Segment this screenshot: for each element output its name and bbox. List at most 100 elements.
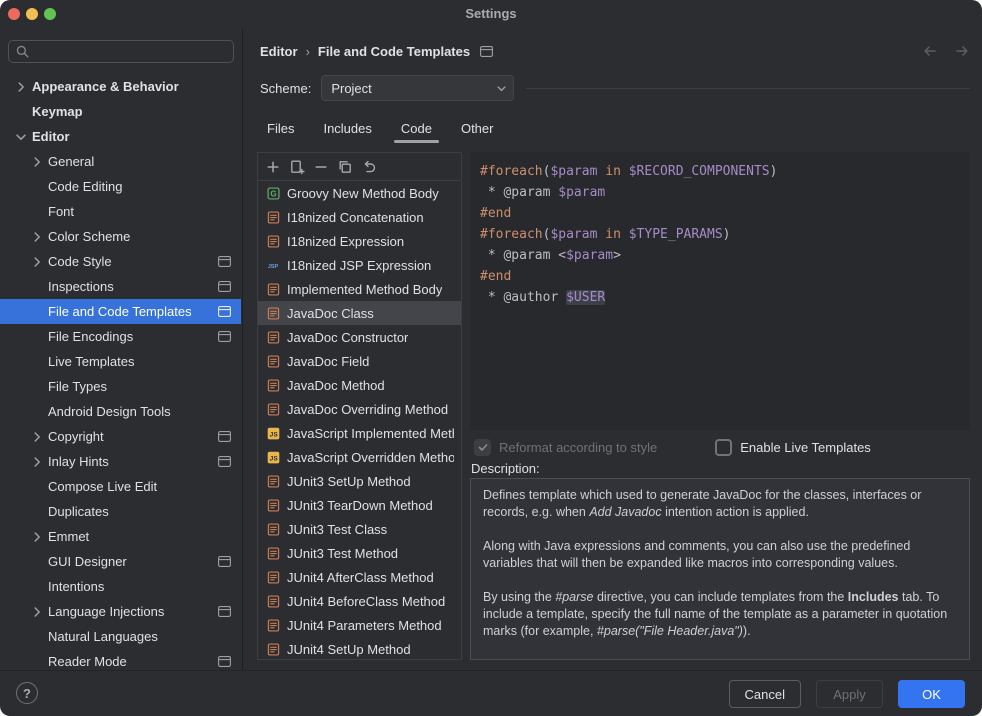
footer-buttons: Cancel Apply OK bbox=[729, 680, 965, 708]
template-item-label: JUnit3 Test Method bbox=[287, 546, 398, 561]
template-editor[interactable]: #foreach($param in $RECORD_COMPONENTS) *… bbox=[470, 152, 970, 430]
chevron-right-icon[interactable] bbox=[28, 529, 46, 545]
tab-other[interactable]: Other bbox=[459, 113, 496, 143]
sidebar-item-label: Intentions bbox=[48, 579, 104, 594]
sidebar-item-android-design-tools[interactable]: Android Design Tools bbox=[0, 399, 241, 424]
template-item-javascript-implemented-method[interactable]: JSJavaScript Implemented Method bbox=[258, 421, 461, 445]
template-item-junit3-teardown-method[interactable]: JUnit3 TearDown Method bbox=[258, 493, 461, 517]
titlebar[interactable]: Settings bbox=[0, 0, 982, 28]
template-item-junit4-afterclass-method[interactable]: JUnit4 AfterClass Method bbox=[258, 565, 461, 589]
sidebar-item-file-types[interactable]: File Types bbox=[0, 374, 241, 399]
chevron-right-icon[interactable] bbox=[28, 454, 46, 470]
description-paragraph: Along with Java expressions and comments… bbox=[483, 538, 957, 572]
chevron-right-icon[interactable] bbox=[28, 229, 46, 245]
breadcrumb-item-editor[interactable]: Editor bbox=[260, 44, 298, 59]
live-templates-option[interactable]: Enable Live Templates bbox=[715, 439, 871, 456]
template-item-junit4-beforeclass-method[interactable]: JUnit4 BeforeClass Method bbox=[258, 589, 461, 613]
template-item-groovy-new-method-body[interactable]: GGroovy New Method Body bbox=[258, 181, 461, 205]
template-item-junit3-setup-method[interactable]: JUnit3 SetUp Method bbox=[258, 469, 461, 493]
chevron-right-icon[interactable] bbox=[28, 154, 46, 170]
description-box[interactable]: Defines template which used to generate … bbox=[470, 478, 970, 660]
back-arrow-icon[interactable] bbox=[922, 43, 938, 59]
sidebar-item-label: Compose Live Edit bbox=[48, 479, 157, 494]
tab-includes[interactable]: Includes bbox=[321, 113, 373, 143]
template-item-javadoc-class[interactable]: JavaDoc Class bbox=[258, 301, 461, 325]
revert-icon bbox=[361, 159, 377, 175]
forward-arrow-icon[interactable] bbox=[954, 43, 970, 59]
chevron-right-icon[interactable] bbox=[28, 254, 46, 270]
window-icon bbox=[218, 556, 231, 567]
template-item-junit3-test-method[interactable]: JUnit3 Test Method bbox=[258, 541, 461, 565]
sidebar-item-duplicates[interactable]: Duplicates bbox=[0, 499, 241, 524]
minimize-button[interactable] bbox=[26, 8, 38, 20]
sidebar-item-appearance-behavior[interactable]: Appearance & Behavior bbox=[0, 74, 241, 99]
remove-template-button[interactable] bbox=[310, 156, 332, 178]
tab-files[interactable]: Files bbox=[265, 113, 296, 143]
sidebar-item-copyright[interactable]: Copyright bbox=[0, 424, 241, 449]
reformat-option[interactable]: Reformat according to style bbox=[474, 439, 657, 456]
chevron-spacer bbox=[28, 179, 46, 195]
reset-to-default-button[interactable] bbox=[358, 156, 380, 178]
scheme-dropdown[interactable]: Project bbox=[321, 75, 514, 101]
sidebar-item-inspections[interactable]: Inspections bbox=[0, 274, 241, 299]
code-line: * @author $USER bbox=[480, 287, 960, 308]
template-item-i18nized-expression[interactable]: I18nized Expression bbox=[258, 229, 461, 253]
sidebar-item-label: Color Scheme bbox=[48, 229, 130, 244]
chevron-down-icon[interactable] bbox=[12, 129, 30, 145]
help-button[interactable]: ? bbox=[16, 682, 38, 704]
sidebar-item-code-style[interactable]: Code Style bbox=[0, 249, 241, 274]
sidebar-item-file-encodings[interactable]: File Encodings bbox=[0, 324, 241, 349]
zoom-button[interactable] bbox=[44, 8, 56, 20]
reformat-checkbox[interactable] bbox=[474, 439, 491, 456]
template-item-javadoc-method[interactable]: JavaDoc Method bbox=[258, 373, 461, 397]
sidebar-item-font[interactable]: Font bbox=[0, 199, 241, 224]
template-item-junit4-parameters-method[interactable]: JUnit4 Parameters Method bbox=[258, 613, 461, 637]
template-item-i18nized-jsp-expression[interactable]: JSPI18nized JSP Expression bbox=[258, 253, 461, 277]
scheme-row: Scheme: Project bbox=[260, 75, 970, 101]
live-templates-checkbox[interactable] bbox=[715, 439, 732, 456]
chevron-right-icon[interactable] bbox=[28, 429, 46, 445]
file-plus-icon bbox=[289, 159, 305, 175]
template-item-javadoc-overriding-method[interactable]: JavaDoc Overriding Method bbox=[258, 397, 461, 421]
close-button[interactable] bbox=[8, 8, 20, 20]
template-item-javadoc-field[interactable]: JavaDoc Field bbox=[258, 349, 461, 373]
tab-code[interactable]: Code bbox=[399, 113, 434, 143]
live-templates-label: Enable Live Templates bbox=[740, 440, 871, 455]
sidebar-item-compose-live-edit[interactable]: Compose Live Edit bbox=[0, 474, 241, 499]
template-item-javadoc-constructor[interactable]: JavaDoc Constructor bbox=[258, 325, 461, 349]
sidebar-item-inlay-hints[interactable]: Inlay Hints bbox=[0, 449, 241, 474]
search-input[interactable] bbox=[35, 44, 227, 59]
chevron-spacer bbox=[28, 279, 46, 295]
sidebar-item-intentions[interactable]: Intentions bbox=[0, 574, 241, 599]
apply-button[interactable]: Apply bbox=[816, 680, 883, 708]
duplicate-template-button[interactable] bbox=[334, 156, 356, 178]
template-list[interactable]: GGroovy New Method BodyI18nized Concaten… bbox=[258, 181, 461, 659]
template-item-implemented-method-body[interactable]: Implemented Method Body bbox=[258, 277, 461, 301]
settings-tree[interactable]: Appearance & BehaviorKeymapEditorGeneral… bbox=[0, 74, 241, 670]
template-item-i18nized-concatenation[interactable]: I18nized Concatenation bbox=[258, 205, 461, 229]
create-template-button[interactable] bbox=[262, 156, 284, 178]
sidebar-item-code-editing[interactable]: Code Editing bbox=[0, 174, 241, 199]
create-child-template-button[interactable] bbox=[286, 156, 308, 178]
sidebar-item-general[interactable]: General bbox=[0, 149, 241, 174]
sidebar-item-file-and-code-templates[interactable]: File and Code Templates bbox=[0, 299, 241, 324]
template-item-javascript-overridden-method[interactable]: JSJavaScript Overridden Method bbox=[258, 445, 461, 469]
sidebar-item-reader-mode[interactable]: Reader Mode bbox=[0, 649, 241, 670]
window-icon bbox=[218, 281, 231, 292]
template-item-label: JavaDoc Field bbox=[287, 354, 369, 369]
sidebar-item-color-scheme[interactable]: Color Scheme bbox=[0, 224, 241, 249]
template-item-junit4-setup-method[interactable]: JUnit4 SetUp Method bbox=[258, 637, 461, 659]
sidebar-item-natural-languages[interactable]: Natural Languages bbox=[0, 624, 241, 649]
sidebar-item-live-templates[interactable]: Live Templates bbox=[0, 349, 241, 374]
ok-button[interactable]: OK bbox=[898, 680, 965, 708]
chevron-right-icon[interactable] bbox=[28, 604, 46, 620]
search-box[interactable] bbox=[8, 40, 234, 63]
template-item-junit3-test-class[interactable]: JUnit3 Test Class bbox=[258, 517, 461, 541]
sidebar-item-editor[interactable]: Editor bbox=[0, 124, 241, 149]
sidebar-item-keymap[interactable]: Keymap bbox=[0, 99, 241, 124]
sidebar-item-language-injections[interactable]: Language Injections bbox=[0, 599, 241, 624]
sidebar-item-emmet[interactable]: Emmet bbox=[0, 524, 241, 549]
sidebar-item-gui-designer[interactable]: GUI Designer bbox=[0, 549, 241, 574]
chevron-right-icon[interactable] bbox=[12, 79, 30, 95]
cancel-button[interactable]: Cancel bbox=[729, 680, 801, 708]
